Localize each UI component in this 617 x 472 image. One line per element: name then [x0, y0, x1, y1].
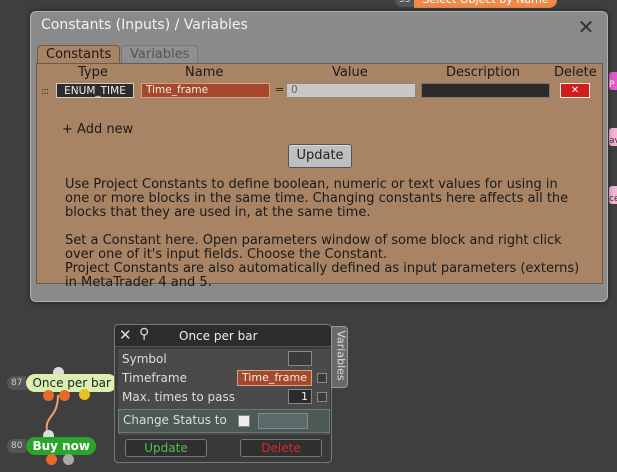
- graph-node-buy-now[interactable]: 80 Buy now: [7, 437, 97, 455]
- constants-panel: Type Name Value Description Delete ::: E…: [36, 63, 603, 290]
- node-number: 80: [7, 439, 27, 453]
- field-label-symbol: Symbol: [122, 352, 167, 366]
- constant-type-select[interactable]: ENUM_TIME: [56, 83, 134, 98]
- max-times-input[interactable]: 1: [288, 389, 312, 404]
- panel-header: ✕ ⚲ Once per bar: [115, 325, 331, 347]
- column-header-type: Type: [78, 65, 108, 80]
- constants-dialog: Constants (Inputs) / Variables ✕ Constan…: [30, 11, 608, 302]
- change-status-label: Change Status to: [123, 413, 227, 427]
- constant-value-input[interactable]: 0: [286, 83, 416, 98]
- connector-line: [45, 394, 59, 436]
- change-status-checkbox[interactable]: [238, 415, 250, 427]
- node-number: 87: [7, 376, 27, 390]
- timeframe-input[interactable]: Time_frame: [237, 370, 312, 386]
- node-delete-button[interactable]: Delete: [240, 439, 322, 457]
- change-status-select[interactable]: [258, 413, 308, 429]
- output-port-icon[interactable]: [79, 389, 90, 400]
- node-number: 55: [395, 0, 415, 7]
- help-text: Use Project Constants to define boolean,…: [65, 178, 585, 304]
- column-header-name: Name: [185, 65, 224, 80]
- help-paragraph: Use Project Constants to define boolean,…: [65, 177, 569, 220]
- pin-icon[interactable]: ⚲: [139, 326, 149, 342]
- variables-side-tab[interactable]: Variables: [331, 326, 348, 388]
- node-parameters-panel: ✕ ⚲ Once per bar Symbol Timeframe Time_f…: [114, 324, 332, 463]
- constant-name-input[interactable]: Time_frame: [141, 83, 270, 98]
- change-status-row: Change Status to: [118, 409, 330, 433]
- timeframe-checkbox[interactable]: [317, 373, 327, 383]
- close-icon[interactable]: ✕: [119, 326, 132, 344]
- panel-title: Once per bar: [179, 329, 258, 343]
- close-icon[interactable]: ✕: [577, 17, 595, 37]
- side-tab-label: Variables: [334, 330, 348, 381]
- x-icon: ✕: [570, 85, 580, 96]
- symbol-input[interactable]: [288, 351, 312, 366]
- output-port-icon[interactable]: [59, 390, 70, 401]
- edge-chip[interactable]: P: [609, 72, 617, 90]
- graph-node-select-object[interactable]: 55 Select Object by Name: [395, 0, 557, 8]
- output-port-icon[interactable]: [43, 390, 54, 401]
- node-label: Select Object by Name: [414, 0, 557, 8]
- add-new-button[interactable]: + Add new: [62, 122, 133, 137]
- drag-handle-icon[interactable]: :::: [41, 86, 49, 97]
- column-header-delete: Delete: [554, 65, 597, 80]
- field-label-max-times: Max. times to pass: [122, 390, 235, 404]
- output-port-icon[interactable]: [46, 454, 57, 465]
- constant-description-input[interactable]: [421, 83, 550, 98]
- field-label-timeframe: Timeframe: [122, 371, 187, 385]
- edge-chip[interactable]: ce: [609, 186, 617, 204]
- output-port-icon[interactable]: [63, 454, 74, 465]
- column-header-description: Description: [446, 65, 521, 80]
- delete-constant-button[interactable]: ✕: [560, 83, 590, 98]
- node-update-button[interactable]: Update: [125, 439, 207, 457]
- edge-chip[interactable]: av: [609, 128, 617, 146]
- tab-constants[interactable]: Constants: [37, 45, 121, 63]
- tab-variables[interactable]: Variables: [121, 45, 199, 63]
- node-label: Buy now: [26, 437, 97, 455]
- equals-sign: =: [275, 83, 285, 96]
- max-times-checkbox[interactable]: [317, 392, 327, 402]
- node-label: Once per bar: [26, 374, 117, 392]
- update-button[interactable]: Update: [288, 144, 352, 168]
- dialog-title: Constants (Inputs) / Variables: [41, 17, 248, 33]
- column-header-value: Value: [332, 65, 368, 80]
- help-paragraph: Set a Constant here. Open parameters win…: [65, 233, 580, 290]
